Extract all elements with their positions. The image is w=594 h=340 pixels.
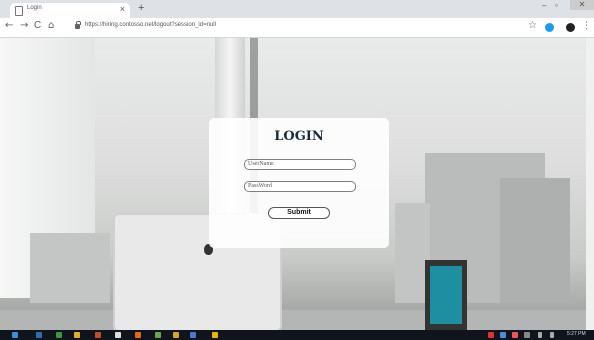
bookmark-star-icon[interactable]: ☆ bbox=[528, 20, 537, 31]
tray-icon[interactable] bbox=[524, 332, 530, 338]
browser-toolbar: ← → C ⌂ https://hiring.contosso.net/logo… bbox=[0, 18, 594, 38]
wifi-icon[interactable] bbox=[538, 332, 542, 338]
taskbar-app-icon[interactable] bbox=[36, 332, 42, 338]
home-button[interactable]: ⌂ bbox=[48, 20, 54, 31]
forward-button[interactable]: → bbox=[20, 20, 28, 31]
new-tab-button[interactable]: + bbox=[138, 2, 144, 14]
reload-button[interactable]: C bbox=[34, 20, 41, 31]
volume-icon[interactable] bbox=[550, 332, 554, 338]
maximize-button[interactable]: ▫ bbox=[555, 1, 558, 10]
browser-tab[interactable]: Login × bbox=[10, 3, 130, 18]
taskbar-app-icon[interactable] bbox=[212, 332, 218, 338]
password-input[interactable]: PassWord bbox=[244, 181, 356, 192]
picture-frame bbox=[425, 260, 467, 330]
desk bbox=[0, 310, 594, 330]
windows-taskbar: 5:27 PM bbox=[0, 330, 594, 340]
page-icon bbox=[15, 6, 23, 16]
tab-title: Login bbox=[27, 5, 42, 11]
extension-icon[interactable] bbox=[545, 23, 554, 32]
taskbar-app-icon[interactable] bbox=[115, 332, 121, 338]
close-window-button[interactable]: ✕ bbox=[570, 0, 594, 10]
taskbar-app-icon[interactable] bbox=[190, 332, 196, 338]
tray-icon[interactable] bbox=[488, 332, 494, 338]
lock-icon[interactable] bbox=[75, 21, 81, 29]
taskbar-app-icon[interactable] bbox=[56, 332, 62, 338]
taskbar-app-icon[interactable] bbox=[74, 332, 80, 338]
login-title: LOGIN bbox=[274, 129, 324, 144]
profile-avatar[interactable] bbox=[566, 23, 575, 32]
taskbar-app-icon[interactable] bbox=[95, 332, 101, 338]
background-building bbox=[30, 233, 110, 303]
minimize-button[interactable]: – bbox=[542, 1, 546, 10]
page-scrollbar[interactable] bbox=[586, 38, 594, 330]
username-input[interactable]: UserName bbox=[244, 159, 356, 170]
background-building bbox=[500, 178, 570, 303]
tab-strip: Login × + – ▫ ✕ bbox=[0, 0, 594, 18]
picture-poster bbox=[430, 266, 462, 324]
tray-icon[interactable] bbox=[512, 332, 518, 338]
start-button-icon[interactable] bbox=[12, 332, 18, 338]
address-bar[interactable]: https://hiring.contosso.net/logout?sessi… bbox=[85, 22, 216, 28]
back-button[interactable]: ← bbox=[5, 20, 13, 31]
taskbar-app-icon[interactable] bbox=[173, 332, 179, 338]
submit-button[interactable]: Submit bbox=[268, 207, 330, 219]
browser-menu-button[interactable]: ⋮ bbox=[582, 21, 591, 31]
taskbar-app-icon[interactable] bbox=[135, 332, 141, 338]
login-card: LOGIN UserName PassWord Submit bbox=[209, 118, 389, 248]
close-tab-icon[interactable]: × bbox=[120, 4, 125, 14]
tray-icon[interactable] bbox=[500, 332, 506, 338]
taskbar-app-icon[interactable] bbox=[155, 332, 161, 338]
taskbar-clock[interactable]: 5:27 PM bbox=[567, 331, 586, 337]
